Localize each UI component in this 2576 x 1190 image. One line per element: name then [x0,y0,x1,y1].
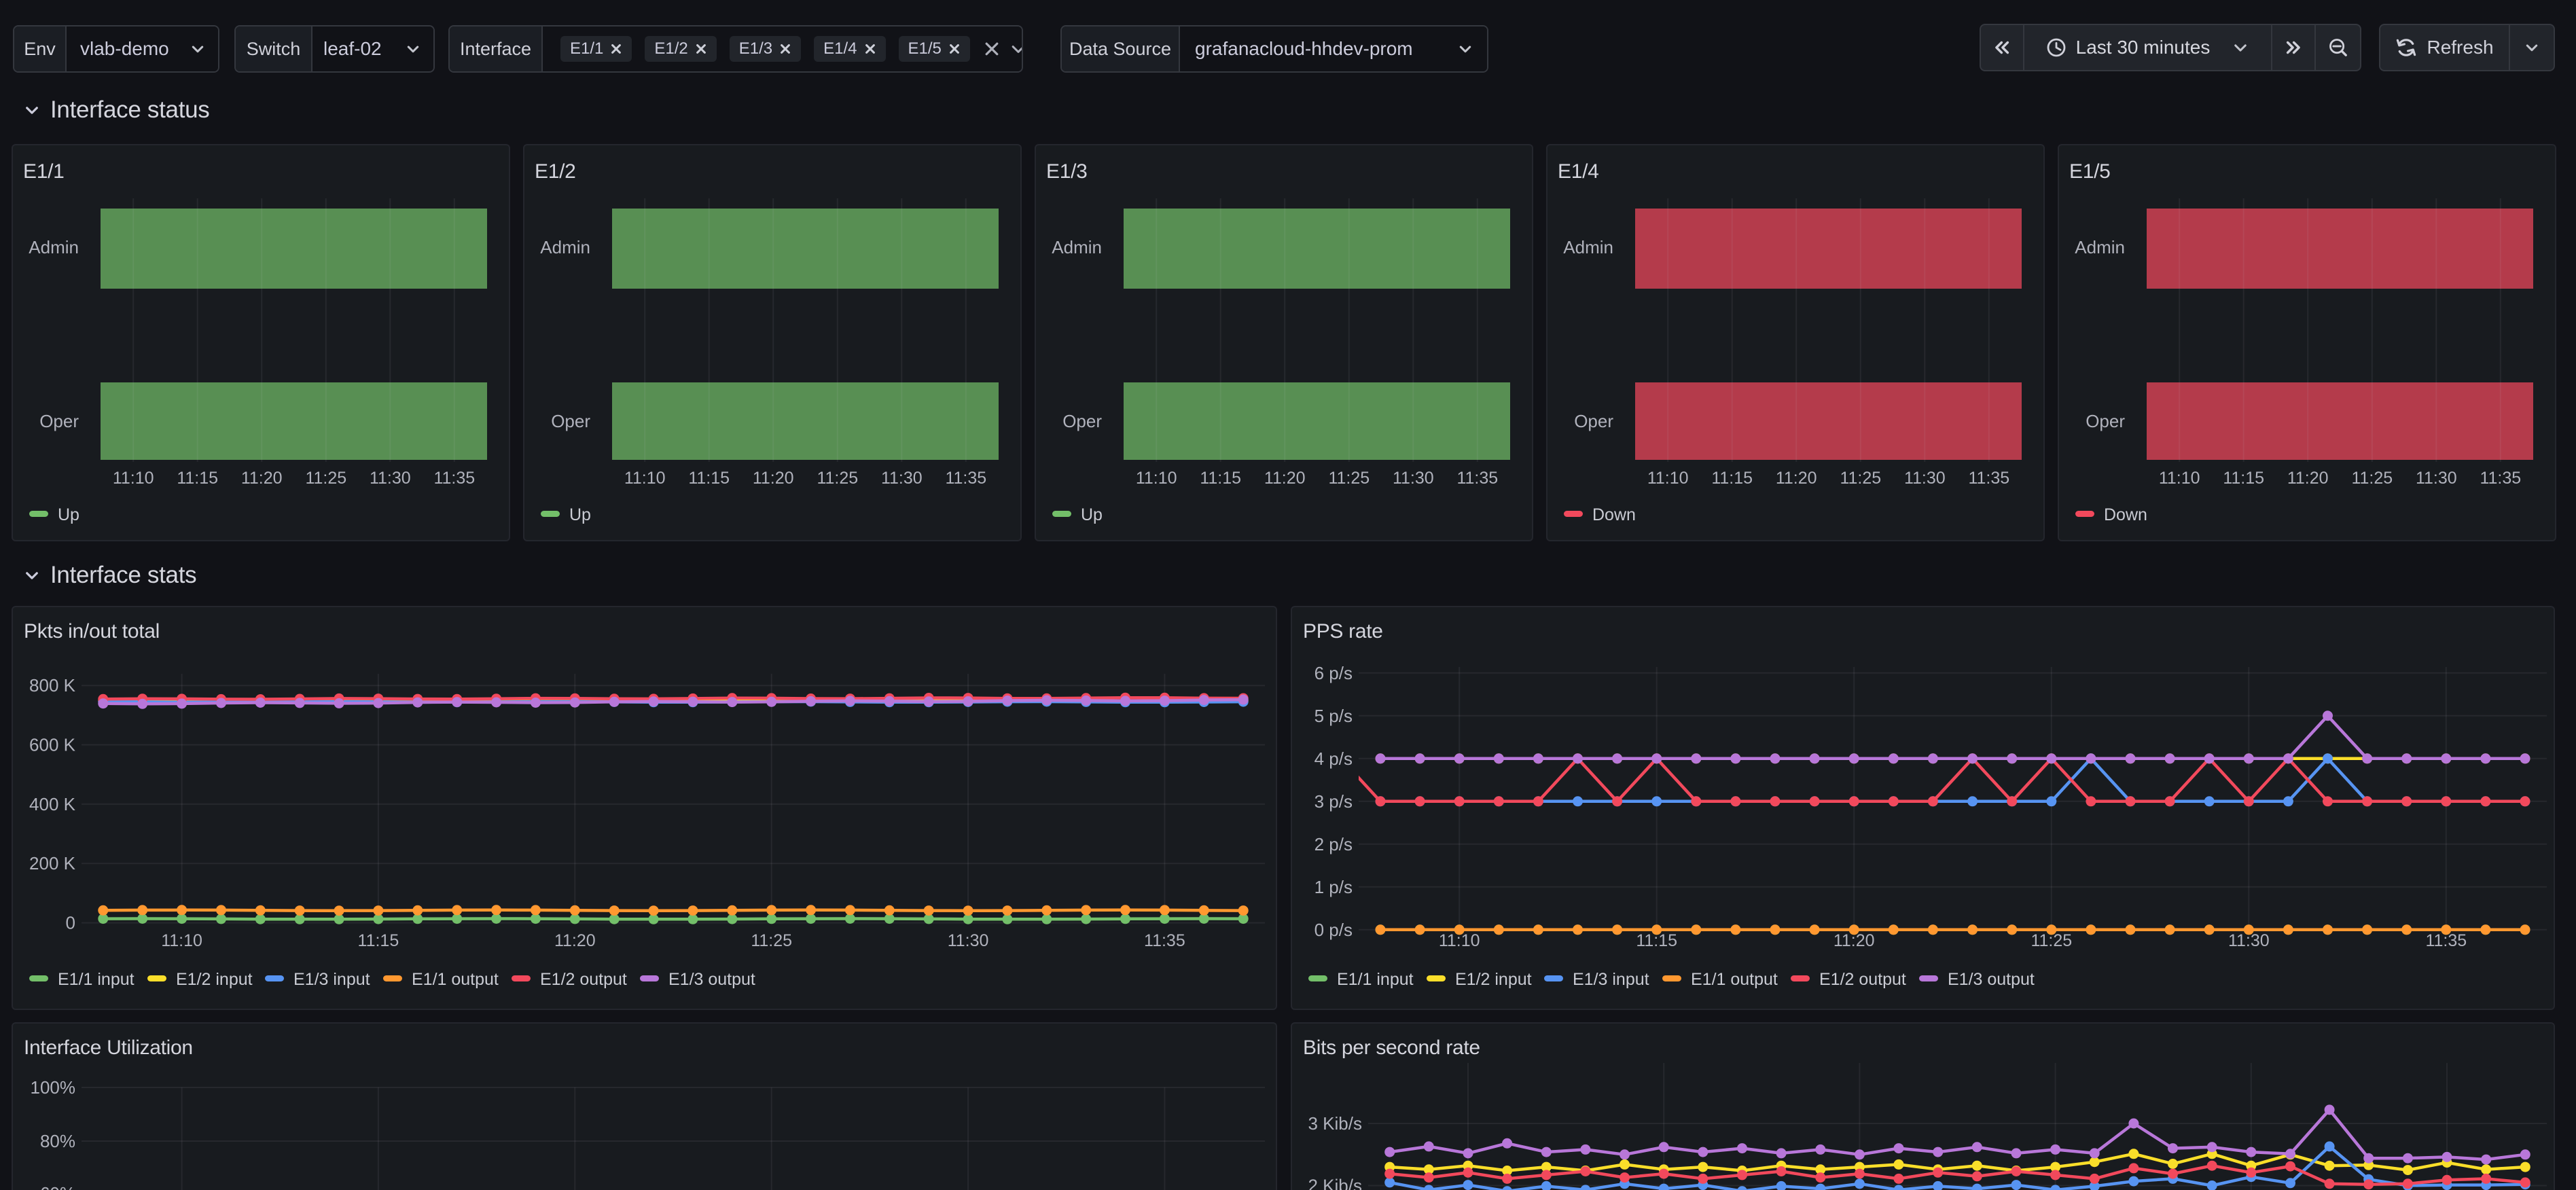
svg-text:Up: Up [569,505,591,524]
svg-text:11:10: 11:10 [113,469,154,488]
svg-text:11:35: 11:35 [1144,931,1185,950]
svg-text:Up: Up [1081,505,1103,524]
svg-text:0: 0 [66,913,75,933]
svg-text:2 Kib/s: 2 Kib/s [1308,1176,1363,1190]
svg-text:11:10: 11:10 [1136,469,1177,488]
svg-text:11:30: 11:30 [370,469,411,488]
svg-text:100%: 100% [31,1077,76,1098]
svg-text:11:15: 11:15 [358,931,399,950]
svg-text:6 p/s: 6 p/s [1314,663,1353,683]
svg-text:3 p/s: 3 p/s [1314,791,1353,812]
svg-text:11:25: 11:25 [1328,469,1370,488]
svg-text:Down: Down [1592,505,1636,524]
svg-text:11:35: 11:35 [433,469,475,488]
svg-text:E1/3 output: E1/3 output [668,970,755,989]
svg-text:11:10: 11:10 [1647,469,1689,488]
svg-text:11:35: 11:35 [1968,469,2009,488]
svg-text:11:15: 11:15 [177,469,218,488]
svg-text:Admin: Admin [2075,237,2125,257]
svg-text:11:25: 11:25 [751,931,792,950]
svg-text:E1/3 output: E1/3 output [1948,970,2035,989]
svg-text:11:10: 11:10 [161,931,202,950]
svg-text:E1/2 output: E1/2 output [540,970,627,989]
svg-text:200 K: 200 K [29,853,76,873]
svg-text:800 K: 800 K [29,675,76,696]
svg-text:11:25: 11:25 [305,469,346,488]
svg-text:11:20: 11:20 [554,931,596,950]
svg-text:11:15: 11:15 [1200,469,1241,488]
svg-text:11:25: 11:25 [2351,469,2393,488]
svg-text:2 p/s: 2 p/s [1314,834,1353,854]
svg-text:Down: Down [2104,505,2147,524]
svg-text:Oper: Oper [1574,411,1613,431]
svg-text:Admin: Admin [540,237,590,257]
svg-text:Admin: Admin [1052,237,1102,257]
svg-text:4 p/s: 4 p/s [1314,749,1353,769]
svg-text:11:30: 11:30 [948,931,989,950]
svg-text:11:30: 11:30 [881,469,923,488]
svg-text:11:35: 11:35 [945,469,986,488]
svg-text:11:10: 11:10 [624,469,666,488]
svg-text:Up: Up [58,505,79,524]
svg-text:11:15: 11:15 [2223,469,2264,488]
svg-text:E1/2 output: E1/2 output [1819,970,1906,989]
svg-text:11:20: 11:20 [1776,469,1817,488]
svg-text:11:25: 11:25 [1840,469,1881,488]
svg-text:11:30: 11:30 [1393,469,1434,488]
svg-text:E1/1 output: E1/1 output [1691,970,1778,989]
svg-text:Admin: Admin [29,237,79,257]
svg-text:E1/1 output: E1/1 output [412,970,499,989]
svg-text:E1/3 input: E1/3 input [293,970,370,989]
svg-text:Oper: Oper [39,411,79,431]
svg-text:60%: 60% [40,1183,75,1190]
svg-text:80%: 80% [40,1131,75,1151]
svg-text:11:20: 11:20 [1264,469,1306,488]
svg-text:600 K: 600 K [29,735,76,755]
svg-text:11:35: 11:35 [2480,469,2521,488]
svg-text:E1/2 input: E1/2 input [1455,970,1532,989]
svg-text:11:35: 11:35 [1456,469,1498,488]
svg-text:Oper: Oper [551,411,590,431]
svg-text:E1/1 input: E1/1 input [1337,970,1414,989]
svg-text:11:30: 11:30 [1904,469,1946,488]
svg-text:E1/2 input: E1/2 input [176,970,253,989]
svg-text:Oper: Oper [2086,411,2125,431]
svg-text:11:20: 11:20 [2287,469,2329,488]
svg-text:11:15: 11:15 [688,469,730,488]
svg-text:E1/1 input: E1/1 input [58,970,135,989]
svg-text:Admin: Admin [1563,237,1613,257]
svg-text:11:10: 11:10 [2159,469,2200,488]
svg-text:11:20: 11:20 [241,469,283,488]
svg-text:E1/3 input: E1/3 input [1573,970,1649,989]
svg-text:11:20: 11:20 [753,469,794,488]
svg-text:1 p/s: 1 p/s [1314,877,1353,897]
svg-text:Oper: Oper [1062,411,1102,431]
svg-text:0 p/s: 0 p/s [1314,920,1353,940]
svg-text:3 Kib/s: 3 Kib/s [1308,1113,1363,1134]
svg-text:400 K: 400 K [29,794,76,814]
svg-text:11:30: 11:30 [2416,469,2457,488]
svg-text:11:15: 11:15 [1711,469,1753,488]
svg-text:5 p/s: 5 p/s [1314,706,1353,726]
svg-text:11:25: 11:25 [817,469,858,488]
